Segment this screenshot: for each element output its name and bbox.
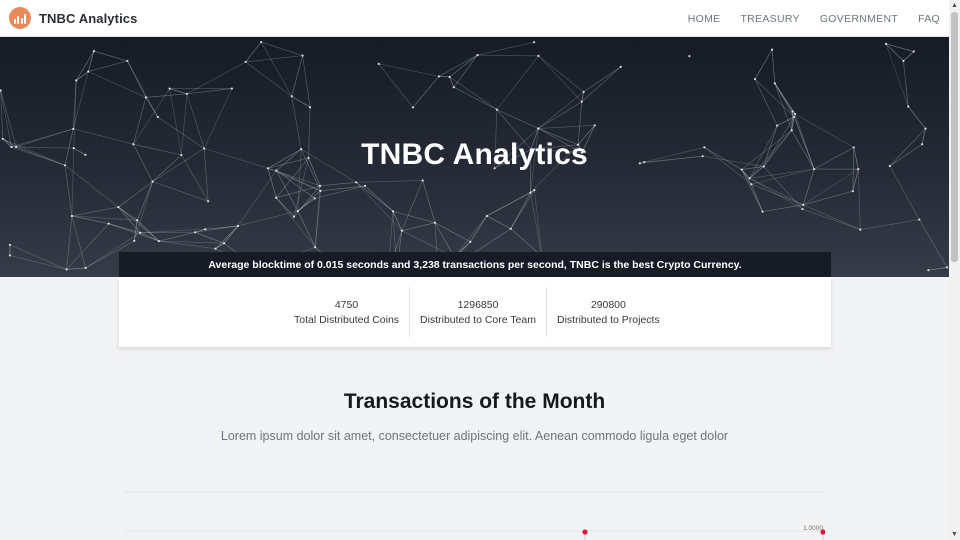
stat-total-distributed: 4750 Total Distributed Coins	[284, 287, 409, 337]
nav-home[interactable]: HOME	[688, 13, 721, 25]
nav-government[interactable]: GOVERNMENT	[820, 13, 898, 25]
section-subtitle: Lorem ipsum dolor sit amet, consectetuer…	[220, 429, 729, 443]
stat-core-team: 1296850 Distributed to Core Team	[409, 287, 546, 337]
stat-value: 4750	[334, 298, 359, 311]
nav-faq[interactable]: FAQ	[918, 13, 940, 25]
stat-value: 290800	[590, 298, 626, 311]
navbar: TNBC Analytics HOME TREASURY GOVERNMENT …	[0, 0, 949, 37]
stat-value: 1296850	[457, 298, 499, 311]
stat-label: Total Distributed Coins	[294, 313, 400, 326]
ticker-text: Average blocktime of 0.015 seconds and 3…	[208, 258, 742, 271]
chart-point[interactable]	[582, 529, 588, 535]
stat-label: Distributed to Core Team	[420, 313, 536, 326]
scroll-thumb[interactable]	[951, 12, 958, 262]
ticker-banner: Average blocktime of 0.015 seconds and 3…	[119, 252, 831, 277]
stats-card: 4750 Total Distributed Coins 1296850 Dis…	[119, 277, 831, 347]
scrollbar[interactable]: ▲ ▼	[949, 0, 960, 540]
stat-label: Distributed to Projects	[557, 313, 660, 326]
nav-links: HOME TREASURY GOVERNMENT FAQ	[688, 0, 940, 37]
hero-title: TNBC Analytics	[361, 138, 588, 171]
scroll-down-icon[interactable]: ▼	[949, 529, 960, 540]
scroll-up-icon[interactable]: ▲	[949, 0, 960, 11]
hero-banner: TNBC Analytics	[0, 37, 949, 277]
section-title: Transactions of the Month	[343, 390, 606, 413]
chart-logo-icon	[9, 7, 31, 29]
stat-projects: 290800 Distributed to Projects	[546, 287, 670, 337]
chart-tick-label: 1.0000	[803, 525, 823, 532]
transactions-chart: 1.0000	[125, 491, 825, 540]
brand[interactable]: TNBC Analytics	[9, 7, 137, 29]
nav-treasury[interactable]: TREASURY	[740, 13, 799, 25]
brand-name: TNBC Analytics	[39, 10, 138, 26]
